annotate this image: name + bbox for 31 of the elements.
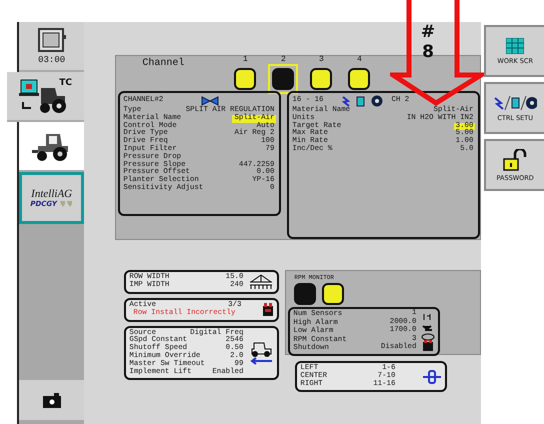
- clock-time: 03:00: [38, 55, 66, 65]
- channel-label: Channel: [142, 58, 184, 69]
- channel-number: 2: [281, 56, 286, 64]
- settings-icon: [493, 94, 538, 110]
- channel-indicator[interactable]: [310, 68, 332, 90]
- implement-icon: [248, 274, 274, 290]
- sidebar-button[interactable]: [18, 122, 84, 172]
- channel-indicator[interactable]: [272, 68, 294, 90]
- monitor-icon: [36, 27, 67, 53]
- screen-grid-icon: [506, 38, 524, 54]
- annotation-mark: #: [420, 22, 436, 42]
- channel-number: 4: [357, 56, 362, 64]
- annotation-number: 8: [422, 42, 434, 62]
- sidebar-button[interactable]: TC: [6, 72, 84, 122]
- status-icons-drawing: [341, 95, 386, 107]
- channel-indicator[interactable]: [348, 68, 370, 90]
- camera-button[interactable]: [18, 380, 84, 420]
- boom-sections-icon: [422, 370, 442, 384]
- sensor-icons-drawing: [421, 312, 436, 352]
- alarm-icon: [262, 302, 274, 317]
- sidebar-button[interactable]: 03:00: [18, 22, 84, 72]
- brand-logo: IntelliAG: [31, 188, 72, 200]
- channel-number: 1: [243, 56, 248, 64]
- valve-icon: [201, 96, 220, 106]
- tractor-arrow-icon: [248, 340, 274, 365]
- seed-meter-icon: [58, 200, 73, 208]
- channel-number: 3: [319, 56, 324, 64]
- channel-indicator[interactable]: [234, 68, 256, 90]
- tc-label: TC: [59, 78, 72, 88]
- camera-icon: [42, 392, 61, 408]
- padlock-icon: [503, 148, 528, 170]
